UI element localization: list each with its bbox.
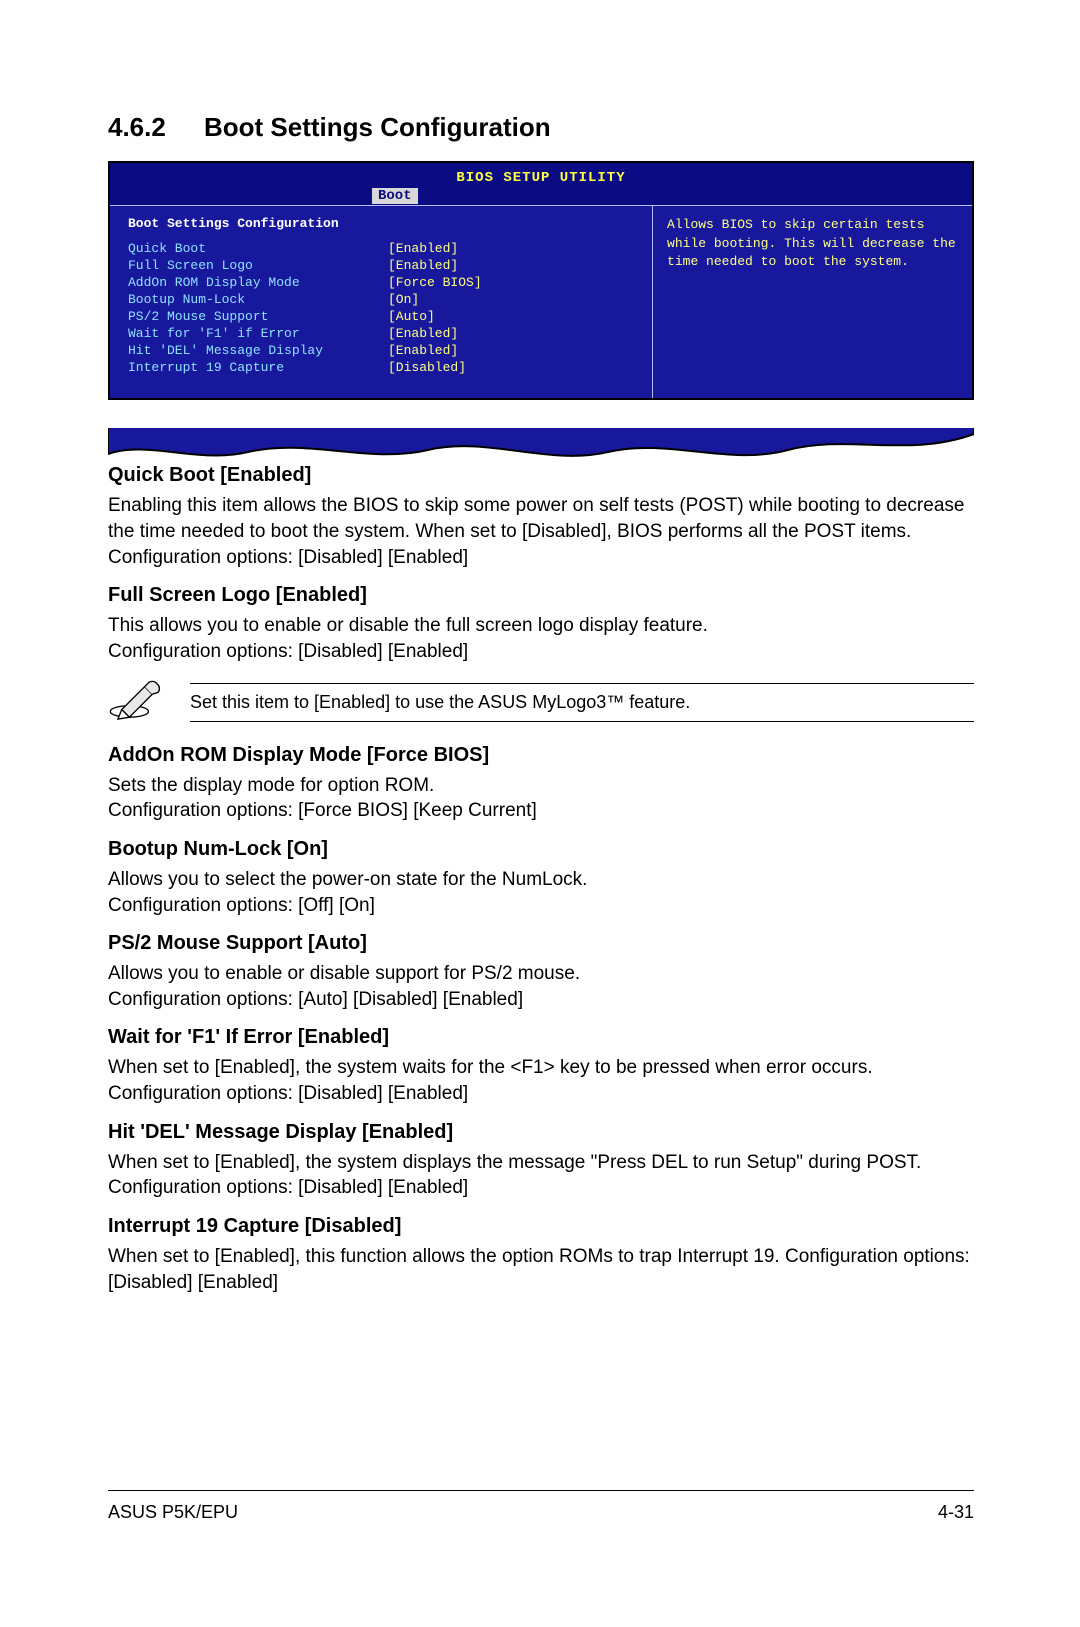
bios-setting-value: [Enabled]	[388, 326, 458, 343]
bios-setting-label: Hit 'DEL' Message Display	[128, 343, 388, 360]
setting-body: Allows you to select the power-on state …	[108, 867, 974, 918]
bios-setting-label: Bootup Num-Lock	[128, 292, 388, 309]
footer-rule	[108, 1490, 974, 1491]
bios-setting-value: [Auto]	[388, 309, 435, 326]
bios-setting-row: Interrupt 19 Capture[Disabled]	[128, 360, 636, 377]
bios-help-panel: Allows BIOS to skip certain tests while …	[653, 206, 972, 398]
setting-body: When set to [Enabled], the system waits …	[108, 1055, 974, 1106]
setting-block: AddOn ROM Display Mode [Force BIOS] Sets …	[108, 744, 974, 824]
bios-setting-value: [Enabled]	[388, 343, 458, 360]
setting-body: When set to [Enabled], the system displa…	[108, 1150, 974, 1201]
bios-setting-row: AddOn ROM Display Mode[Force BIOS]	[128, 275, 636, 292]
note-text: Set this item to [Enabled] to use the AS…	[190, 683, 974, 722]
setting-title: Interrupt 19 Capture [Disabled]	[108, 1215, 974, 1238]
setting-body: This allows you to enable or disable the…	[108, 613, 974, 664]
setting-block: Bootup Num-Lock [On] Allows you to select…	[108, 838, 974, 918]
setting-title: Bootup Num-Lock [On]	[108, 838, 974, 861]
bios-setting-value: [Disabled]	[388, 360, 466, 377]
bios-panel-title: Boot Settings Configuration	[128, 216, 636, 233]
setting-title: Hit 'DEL' Message Display [Enabled]	[108, 1121, 974, 1144]
bios-menu-selected: Boot	[372, 188, 418, 204]
setting-body: Allows you to enable or disable support …	[108, 961, 974, 1012]
bios-setting-row: Hit 'DEL' Message Display[Enabled]	[128, 343, 636, 360]
footer-left: ASUS P5K/EPU	[108, 1502, 238, 1523]
section-number: 4.6.2	[108, 112, 204, 143]
setting-title: AddOn ROM Display Mode [Force BIOS]	[108, 744, 974, 767]
setting-block: PS/2 Mouse Support [Auto] Allows you to e…	[108, 932, 974, 1012]
setting-title: Wait for 'F1' If Error [Enabled]	[108, 1026, 974, 1049]
setting-body: Enabling this item allows the BIOS to sk…	[108, 493, 974, 570]
bios-setting-value: [On]	[388, 292, 419, 309]
bios-setting-label: PS/2 Mouse Support	[128, 309, 388, 326]
bios-setting-label: Interrupt 19 Capture	[128, 360, 388, 377]
setting-body: Sets the display mode for option ROM. Co…	[108, 773, 974, 824]
setting-block: Hit 'DEL' Message Display [Enabled] When …	[108, 1121, 974, 1201]
bios-setting-value: [Force BIOS]	[388, 275, 482, 292]
torn-edge	[108, 428, 974, 464]
bios-screenshot: BIOS SETUP UTILITY Boot Boot Settings Co…	[108, 161, 974, 400]
setting-block: Quick Boot [Enabled] Enabling this item a…	[108, 464, 974, 570]
setting-block: Wait for 'F1' If Error [Enabled] When set…	[108, 1026, 974, 1106]
bios-setting-label: Quick Boot	[128, 241, 388, 258]
bios-left-panel: Boot Settings Configuration Quick Boot[E…	[110, 206, 653, 398]
setting-block: Full Screen Logo [Enabled] This allows yo…	[108, 584, 974, 664]
bios-help-text: Allows BIOS to skip certain tests while …	[667, 217, 956, 268]
bios-setting-row: PS/2 Mouse Support[Auto]	[128, 309, 636, 326]
setting-body: When set to [Enabled], this function all…	[108, 1244, 974, 1295]
footer-right: 4-31	[938, 1502, 974, 1523]
bios-setting-row: Bootup Num-Lock[On]	[128, 292, 636, 309]
bios-setting-value: [Enabled]	[388, 241, 458, 258]
bios-setting-value: [Enabled]	[388, 258, 458, 275]
page-footer: ASUS P5K/EPU 4-31	[108, 1502, 974, 1523]
setting-block: Interrupt 19 Capture [Disabled] When set …	[108, 1215, 974, 1295]
bios-setting-row: Wait for 'F1' if Error[Enabled]	[128, 326, 636, 343]
setting-title: PS/2 Mouse Support [Auto]	[108, 932, 974, 955]
bios-setting-label: Wait for 'F1' if Error	[128, 326, 388, 343]
setting-title: Quick Boot [Enabled]	[108, 464, 974, 487]
section-title: Boot Settings Configuration	[204, 112, 551, 142]
bios-setting-label: Full Screen Logo	[128, 258, 388, 275]
setting-title: Full Screen Logo [Enabled]	[108, 584, 974, 607]
bios-utility-title: BIOS SETUP UTILITY	[110, 163, 972, 187]
section-heading: 4.6.2Boot Settings Configuration	[108, 112, 974, 143]
bios-setting-row: Full Screen Logo[Enabled]	[128, 258, 636, 275]
note-callout: Set this item to [Enabled] to use the AS…	[108, 679, 974, 726]
bios-setting-label: AddOn ROM Display Mode	[128, 275, 388, 292]
bios-menu-bar: Boot	[110, 187, 972, 205]
pencil-icon	[108, 679, 166, 726]
bios-setting-row: Quick Boot[Enabled]	[128, 241, 636, 258]
